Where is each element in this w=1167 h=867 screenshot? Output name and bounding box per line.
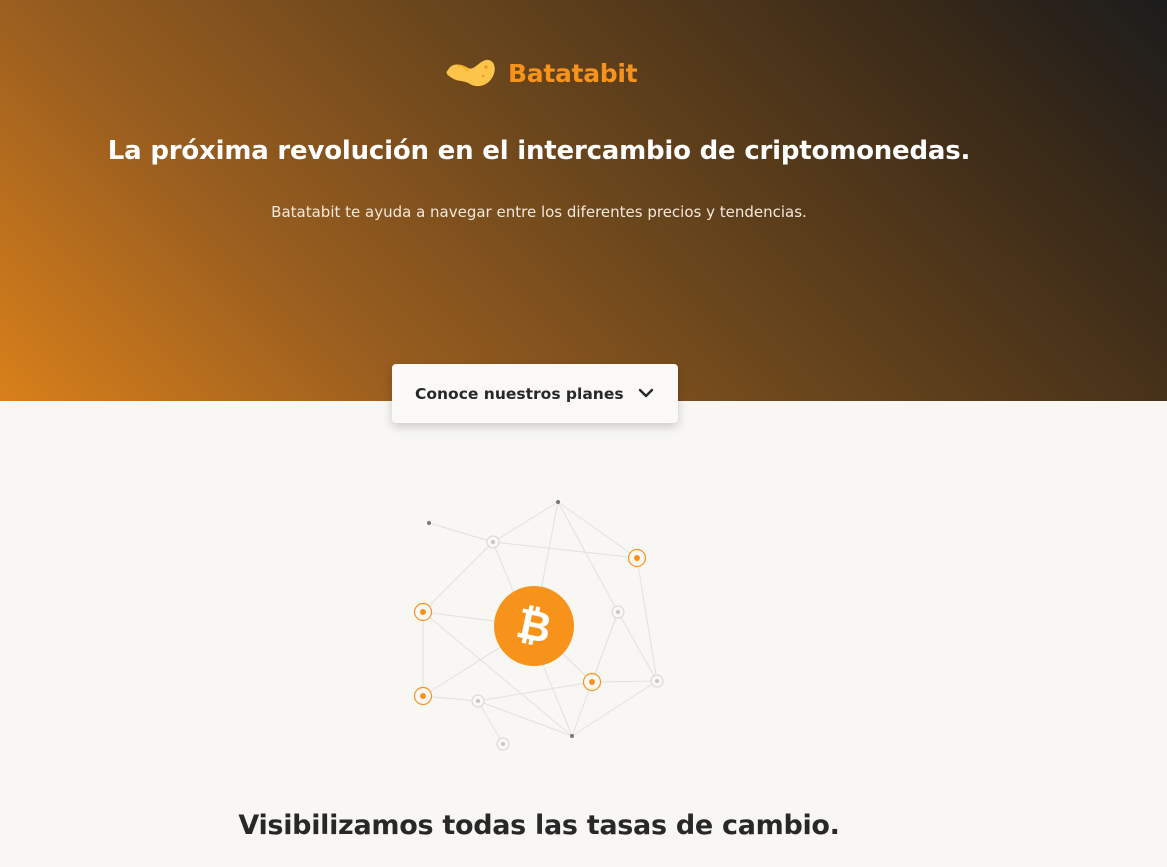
brand-logo[interactable]: Batatabit xyxy=(444,56,638,90)
brand-name: Batatabit xyxy=(508,58,638,88)
bitcoin-network-illustration: ₿ xyxy=(413,500,664,751)
chevron-down-icon xyxy=(638,388,654,398)
plans-button-label: Conoce nuestros planes xyxy=(415,384,624,403)
bitcoin-icon: ₿ xyxy=(494,586,574,666)
hero-section: Batatabit La próxima revolución en el in… xyxy=(0,0,1167,401)
sweet-potato-icon xyxy=(446,59,495,87)
plans-button[interactable]: Conoce nuestros planes xyxy=(392,364,678,423)
section-title: Visibilizamos todas las tasas de cambio. xyxy=(238,810,840,841)
hero-subtitle: Batatabit te ayuda a navegar entre los d… xyxy=(271,203,807,221)
hero-title: La próxima revolución en el intercambio … xyxy=(107,136,971,166)
